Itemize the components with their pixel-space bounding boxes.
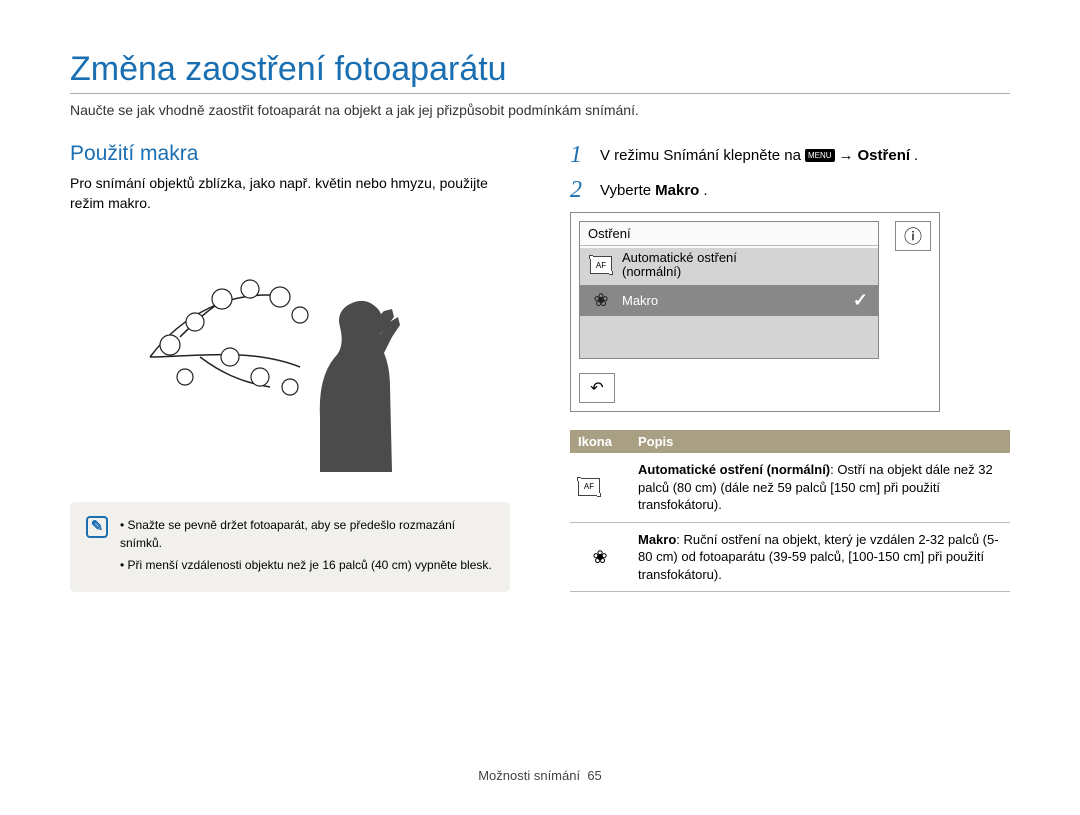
right-column: 1 V režimu Snímání klepněte na MENU → Os… [570, 142, 1010, 592]
step-bold: Ostření [858, 147, 911, 164]
page-footer: Možnosti snímání 65 [0, 768, 1080, 783]
left-column: Použití makra Pro snímání objektů zblízk… [70, 142, 510, 592]
tip-box: ✎ Snažte se pevně držet fotoaparát, aby … [70, 502, 510, 592]
option-af-normal[interactable]: AF Automatické ostření (normální) [580, 246, 878, 285]
macro-body: Pro snímání objektů zblízka, jako např. … [70, 174, 510, 213]
flower-icon: ❀ [590, 290, 612, 311]
page-title: Změna zaostření fotoaparátu [70, 50, 1010, 94]
th-desc: Popis [630, 430, 1010, 453]
note-icon: ✎ [86, 516, 108, 538]
step-1: 1 V režimu Snímání klepněte na MENU → Os… [570, 142, 1010, 169]
info-button[interactable]: ⓘ [895, 221, 931, 251]
table-row: AF Automatické ostření (normální): Ostří… [570, 453, 1010, 522]
back-button[interactable]: ↶ [579, 373, 615, 403]
flower-icon: ❀ [592, 547, 607, 567]
step-text: V režimu Snímání klepněte na [600, 147, 801, 164]
af-icon: AF [590, 256, 612, 274]
tip-item: Při menší vzdálenosti objektu než je 16 … [120, 556, 494, 574]
page-intro: Naučte se jak vhodně zaostřit fotoaparát… [70, 102, 1010, 118]
check-icon: ✓ [853, 290, 868, 311]
camera-screen: Ostření AF Automatické ostření (normální… [570, 212, 940, 412]
table-row: ❀ Makro: Ruční ostření na objekt, který … [570, 522, 1010, 592]
option-makro[interactable]: ❀ Makro ✓ [580, 285, 878, 316]
step-number: 1 [570, 142, 590, 169]
step-2: 2 Vyberte Makro. [570, 177, 1010, 204]
macro-heading: Použití makra [70, 142, 510, 166]
arrow: → [839, 147, 854, 164]
tip-item: Snažte se pevně držet fotoaparát, aby se… [120, 516, 494, 552]
spec-table: Ikona Popis AF Automatické ostření (norm… [570, 430, 1010, 592]
step-bold: Makro [655, 182, 699, 199]
af-icon: AF [578, 478, 600, 496]
th-icon: Ikona [570, 430, 630, 453]
macro-illustration [140, 227, 440, 482]
menu-icon: MENU [805, 149, 835, 162]
step-number: 2 [570, 177, 590, 204]
step-text: Vyberte [600, 182, 651, 199]
screen-menu-title: Ostření [580, 222, 878, 246]
